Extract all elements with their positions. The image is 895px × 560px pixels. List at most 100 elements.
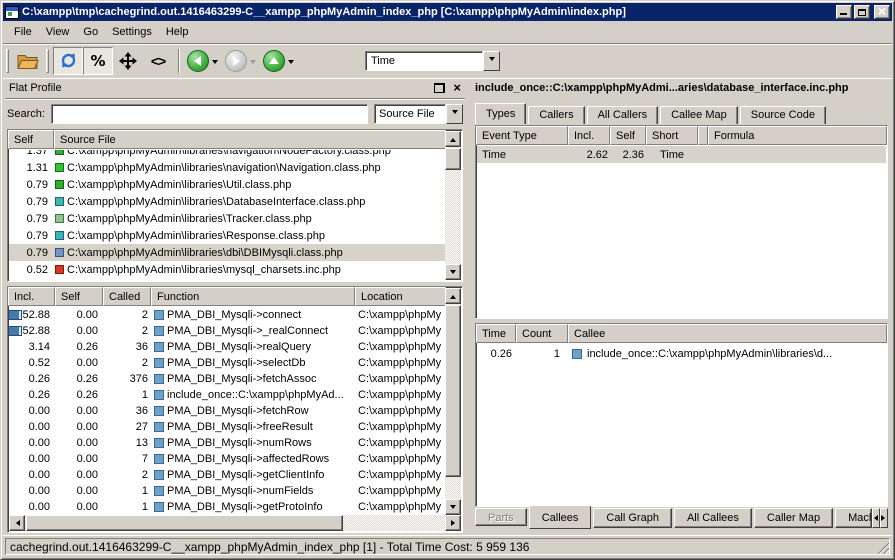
scroll-down-button[interactable] [445,264,461,280]
scrollbar-thumb[interactable] [445,305,461,477]
tab-machine-code[interactable]: Machine [835,508,872,528]
tab-all-callers[interactable]: All Callers [587,106,659,125]
toolbar-handle[interactable] [6,49,9,73]
function-row[interactable]: 0.26 0.26 376 PMA_DBI_Mysqli->fetchAssoc… [9,371,445,387]
event-type-row[interactable]: Time 2.62 2.36 Time [477,146,886,163]
tab-callees[interactable]: Callees [529,506,592,529]
location-cell: C:\xampp\phpMy [356,357,445,369]
event-type-combobox[interactable]: Time [365,51,500,71]
minimize-icon [840,13,847,15]
tab-caller-map[interactable]: Caller Map [754,508,833,528]
scrollbar-thumb[interactable] [26,515,343,531]
column-header-count[interactable]: Count [516,324,568,343]
close-button[interactable] [874,5,890,19]
cycle-detection-button[interactable]: <> [143,47,173,75]
column-header-called[interactable]: Called [103,287,151,306]
column-header-self[interactable]: Self [610,126,646,145]
file-path: C:\xampp\phpMyAdmin\libraries\mysql_char… [67,264,341,276]
scrollbar-thumb[interactable] [445,148,461,170]
float-dock-button[interactable] [434,83,445,93]
menu-help[interactable]: Help [159,24,196,40]
back-button[interactable] [187,50,221,72]
callee-row[interactable]: 0.26 1 include_once::C:\xampp\phpMyAdmin… [476,345,887,362]
dock-title-bar[interactable]: Flat Profile × [5,79,465,97]
event-type-value[interactable]: Time [365,51,483,71]
scroll-down-button[interactable] [445,499,461,515]
source-row[interactable]: 0.79 C:\xampp\phpMyAdmin\libraries\Util.… [9,176,445,193]
column-header-short[interactable]: Short [646,126,698,145]
column-header-incl[interactable]: Incl. [8,287,55,306]
event-type-dropdown-button[interactable] [483,51,500,71]
function-cell: PMA_DBI_Mysqli->freeResult [152,421,356,433]
function-row[interactable]: 0.00 0.00 27 PMA_DBI_Mysqli->freeResult … [9,419,445,435]
up-dropdown-icon[interactable] [288,60,294,67]
function-row[interactable]: 0.52 0.00 2 PMA_DBI_Mysqli->selectDb C:\… [9,355,445,371]
scroll-up-button[interactable] [445,131,461,147]
self-cell: 0.00 [56,453,104,465]
tab-callers[interactable]: Callers [528,106,584,125]
expand-toggle-button[interactable] [113,47,143,75]
vertical-scrollbar[interactable] [445,131,461,280]
column-header-event-type[interactable]: Event Type [476,126,568,145]
column-header-function[interactable]: Function [151,287,355,306]
source-row[interactable]: 1.31 C:\xampp\phpMyAdmin\libraries\navig… [9,159,445,176]
tab-scroll-left-button[interactable] [872,508,880,528]
maximize-button[interactable] [854,5,870,19]
scroll-left-button[interactable] [9,515,25,531]
minimize-button[interactable] [836,5,852,19]
group-by-dropdown-button[interactable] [446,104,463,124]
percentage-toggle-button[interactable]: % [83,47,113,75]
scroll-up-button[interactable] [445,288,461,304]
function-row[interactable]: 3.14 0.26 36 PMA_DBI_Mysqli->realQuery C… [9,339,445,355]
source-row[interactable]: 0.52 C:\xampp\phpMyAdmin\libraries\user_… [9,278,445,280]
back-dropdown-icon[interactable] [212,60,218,67]
menu-settings[interactable]: Settings [105,24,159,40]
source-row[interactable]: 0.79 C:\xampp\phpMyAdmin\libraries\Datab… [9,193,445,210]
horizontal-scrollbar[interactable] [9,515,461,531]
title-bar[interactable]: C:\xampp\tmp\cachegrind.out.1416463299-C… [3,3,892,21]
source-row-selected[interactable]: 0.79 C:\xampp\phpMyAdmin\libraries\dbi\D… [9,244,445,261]
column-header-formula[interactable]: Formula [708,126,887,145]
tab-scroll-right-button[interactable] [880,508,888,528]
scroll-right-button[interactable] [445,515,461,531]
source-row[interactable]: 0.79 C:\xampp\phpMyAdmin\libraries\Respo… [9,227,445,244]
function-row[interactable]: 0.00 0.00 1 PMA_DBI_Mysqli->getProtoInfo… [9,499,445,515]
function-row[interactable]: 0.00 0.00 36 PMA_DBI_Mysqli->fetchRow C:… [9,403,445,419]
column-header-time[interactable]: Time [476,324,516,343]
vertical-scrollbar[interactable] [445,288,461,515]
source-row[interactable]: 0.52 C:\xampp\phpMyAdmin\libraries\mysql… [9,261,445,278]
function-row[interactable]: 0.26 0.26 1 include_once::C:\xampp\phpMy… [9,387,445,403]
column-header-callee[interactable]: Callee [568,324,887,343]
up-button[interactable] [263,50,297,72]
tab-source-code[interactable]: Source Code [740,106,826,125]
column-header-location[interactable]: Location [355,287,446,306]
menu-go[interactable]: Go [76,24,105,40]
tab-all-callees[interactable]: All Callees [674,508,752,528]
group-by-combobox[interactable]: Source File [374,104,463,124]
open-file-button[interactable] [13,47,43,75]
function-row[interactable]: 52.88 0.00 2 PMA_DBI_Mysqli->connect C:\… [9,307,445,323]
forward-icon [225,50,247,72]
function-row[interactable]: 0.00 0.00 13 PMA_DBI_Mysqli->numRows C:\… [9,435,445,451]
search-input[interactable] [51,104,368,124]
source-row[interactable]: 1.37 C:\xampp\phpMyAdmin\libraries\navig… [9,150,445,159]
function-row[interactable]: 0.00 0.00 2 PMA_DBI_Mysqli->getClientInf… [9,467,445,483]
source-row[interactable]: 0.79 C:\xampp\phpMyAdmin\libraries\Track… [9,210,445,227]
toolbar-handle-2[interactable] [46,49,49,73]
column-header-self[interactable]: Self [8,130,54,149]
forward-button[interactable] [225,50,259,72]
function-row[interactable]: 0.00 0.00 7 PMA_DBI_Mysqli->affectedRows… [9,451,445,467]
function-row[interactable]: 0.00 0.00 1 PMA_DBI_Mysqli->numFields C:… [9,483,445,499]
menu-file[interactable]: File [7,24,39,40]
close-dock-button[interactable]: × [453,83,461,93]
reload-button[interactable] [53,47,83,75]
tab-types[interactable]: Types [475,103,526,125]
group-by-value[interactable]: Source File [374,104,446,124]
column-header-incl[interactable]: Incl. [568,126,610,145]
tab-callee-map[interactable]: Callee Map [660,106,738,125]
function-row[interactable]: 52.88 0.00 2 PMA_DBI_Mysqli->_realConnec… [9,323,445,339]
column-header-source-file[interactable]: Source File [54,130,446,149]
column-header-self[interactable]: Self [55,287,103,306]
menu-view[interactable]: View [39,24,77,40]
tab-call-graph[interactable]: Call Graph [593,508,672,528]
